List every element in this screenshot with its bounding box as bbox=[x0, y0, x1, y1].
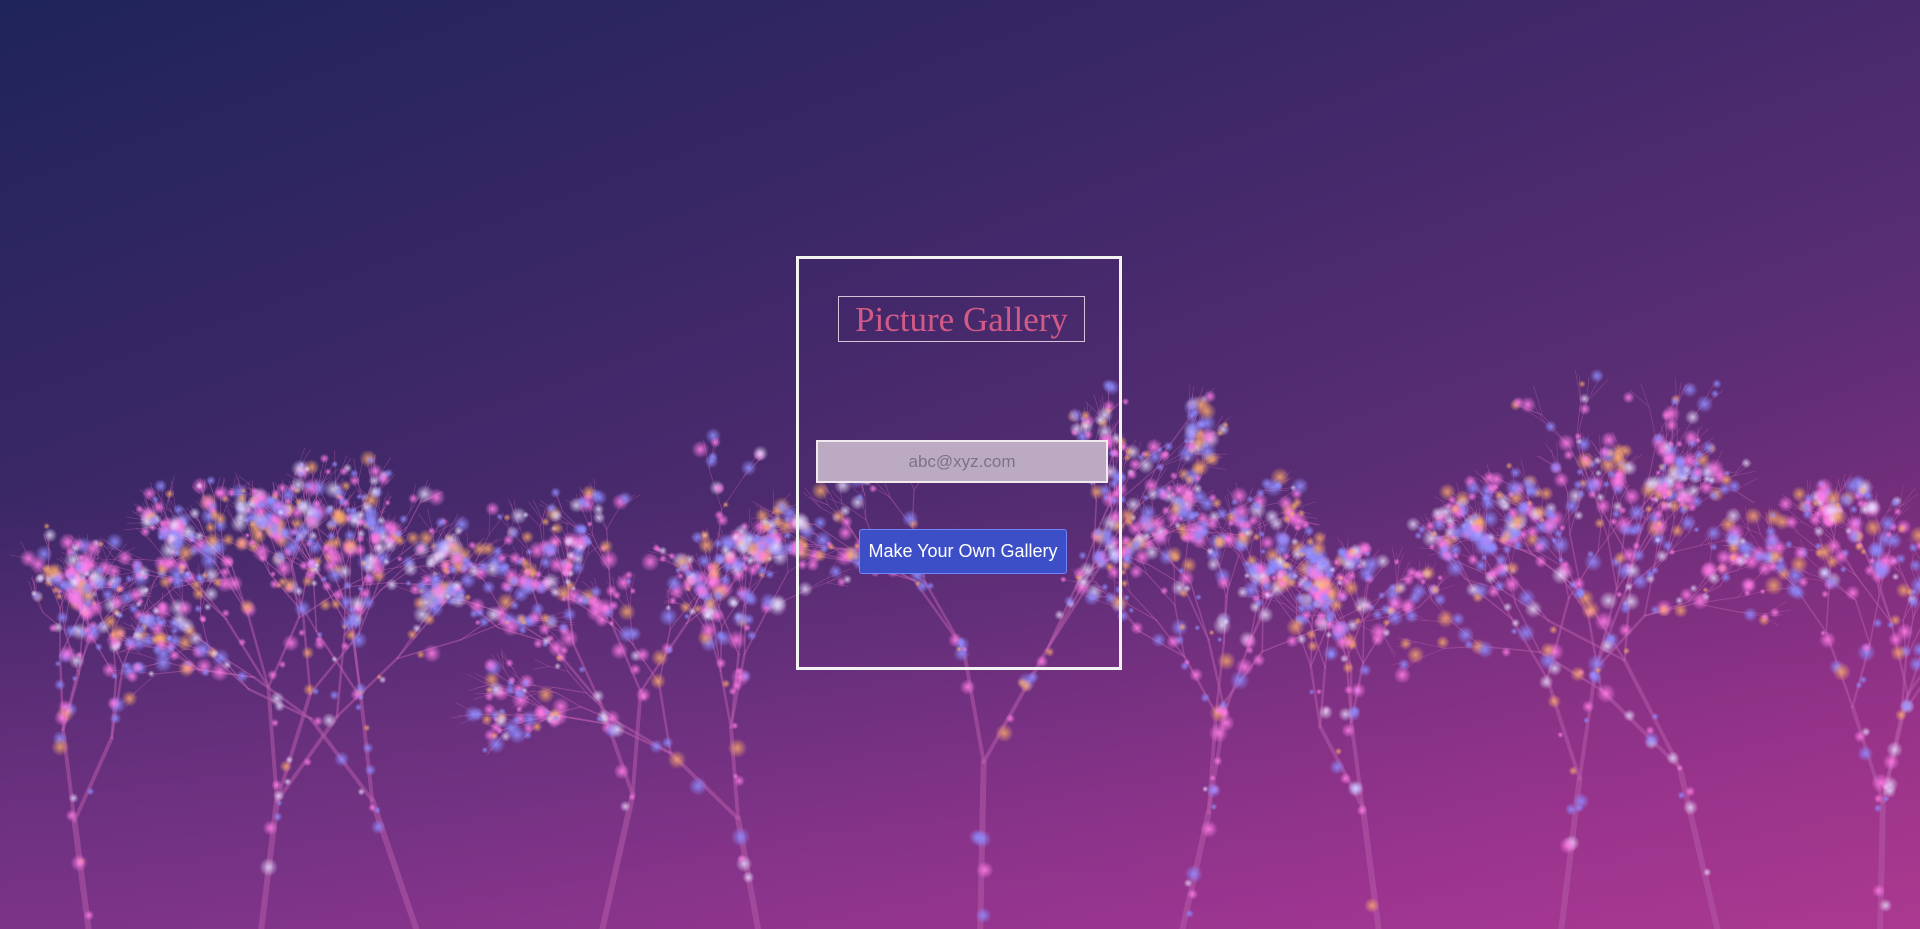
gallery-card: Picture Gallery Make Your Own Gallery bbox=[796, 256, 1122, 670]
page-title: Picture Gallery bbox=[855, 299, 1068, 339]
email-field[interactable] bbox=[816, 440, 1108, 483]
title-box: Picture Gallery bbox=[838, 296, 1085, 342]
make-gallery-button[interactable]: Make Your Own Gallery bbox=[859, 529, 1067, 574]
page: Picture Gallery Make Your Own Gallery bbox=[0, 0, 1920, 929]
